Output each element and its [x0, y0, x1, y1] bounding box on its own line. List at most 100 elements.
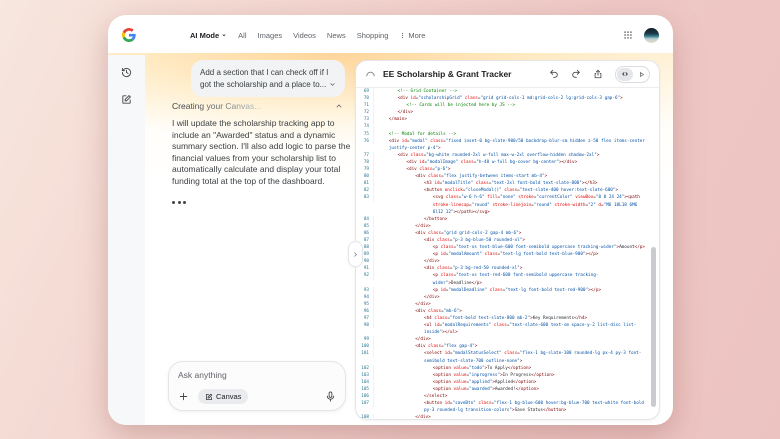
code-line: 69<!-- Grid Container -->	[356, 88, 659, 95]
code-line: 80<div class="flex justify-between items…	[356, 173, 659, 180]
line-content: <svg class="w-6 h-6" fill="none" stroke=…	[374, 194, 659, 215]
line-number: 77	[356, 152, 374, 159]
line-number: 97	[356, 315, 374, 322]
code-line: 84</button>	[356, 216, 659, 223]
chevron-up-icon[interactable]	[335, 102, 343, 110]
code-line: 99</div>	[356, 336, 659, 343]
nav-more-label: More	[408, 31, 425, 40]
compose-icon[interactable]	[121, 94, 132, 105]
line-content: <div class="p-3 bg-blue-50 rounded-xl">	[374, 237, 659, 244]
line-content: <select id="modalStatusSelect" class="fl…	[374, 350, 659, 364]
line-number: 90	[356, 258, 374, 265]
line-number: 103	[356, 372, 374, 379]
line-content: <button id="saveBtn" class="flex-1 bg-bl…	[374, 400, 659, 414]
line-content: <div id="modalImage" class="h-48 w-full …	[374, 159, 659, 166]
more-vert-icon	[399, 32, 406, 39]
code-line: 81<h3 id="modalTitle" class="text-2xl fo…	[356, 180, 659, 187]
assistant-text: I will update the scholarship tracking a…	[172, 118, 352, 188]
code-line: 94</div>	[356, 294, 659, 301]
code-line: 92<p class="text-xs text-red-600 font-se…	[356, 272, 659, 286]
line-content: <div class="flex gap-4">	[374, 343, 659, 350]
nav-tab-ai-mode[interactable]: AI Mode	[190, 31, 227, 40]
line-number: 73	[356, 116, 374, 123]
code-line: 104<option value="applied">Applied</opti…	[356, 379, 659, 386]
caret-down-icon	[221, 32, 227, 38]
mic-icon[interactable]	[325, 391, 336, 402]
line-number: 88	[356, 244, 374, 251]
ask-input[interactable]: Ask anything	[178, 370, 336, 380]
user-message-text: Add a section that I can check off if I …	[200, 68, 328, 89]
code-lines: 69<!-- Grid Container -->70<div id="scho…	[356, 88, 659, 418]
line-content: <option value="todo">To Apply</option>	[374, 365, 659, 372]
nav-tab-videos[interactable]: Videos	[293, 31, 316, 40]
code-line: 106</select>	[356, 393, 659, 400]
line-number: 75	[356, 131, 374, 138]
preview-play-icon	[638, 71, 645, 78]
code-view-icon	[621, 70, 629, 78]
canvas-chip-icon	[205, 393, 213, 401]
chat-panel: Add a section that I can check off if I …	[145, 55, 355, 425]
code-line: 102<option value="todo">To Apply</option…	[356, 365, 659, 372]
code-line: 87<div class="p-3 bg-blue-50 rounded-xl"…	[356, 237, 659, 244]
line-content: <h3 id="modalTitle" class="text-2xl font…	[374, 180, 659, 187]
nav-tab-shopping[interactable]: Shopping	[357, 31, 389, 40]
code-editor[interactable]: 69<!-- Grid Container -->70<div id="scho…	[356, 88, 659, 418]
code-line: 78<div id="modalImage" class="h-48 w-ful…	[356, 159, 659, 166]
code-line: 79<div class="p-6">	[356, 166, 659, 173]
code-line: 85</div>	[356, 223, 659, 230]
arc-icon	[365, 69, 376, 80]
code-line: 89<p id="modalAmount" class="text-lg fon…	[356, 251, 659, 258]
browser-window: AI Mode All Images Videos News Shopping More	[108, 15, 673, 425]
history-icon[interactable]	[121, 67, 132, 78]
code-view-button[interactable]	[617, 68, 633, 81]
composer[interactable]: Ask anything Canvas	[168, 361, 346, 411]
nav-tab-all[interactable]: All	[238, 31, 246, 40]
line-content: <ul id="modalRequirements" class="text-s…	[374, 322, 659, 336]
line-content: </div>	[374, 294, 659, 301]
nav-tab-ai-mode-label: AI Mode	[190, 31, 219, 40]
user-message-bubble[interactable]: Add a section that I can check off if I …	[191, 60, 345, 97]
chevron-down-icon[interactable]	[329, 81, 336, 88]
nav-more-button[interactable]: More	[399, 31, 425, 40]
line-number: 105	[356, 386, 374, 393]
code-line: 98<ul id="modalRequirements" class="text…	[356, 322, 659, 336]
line-number: 100	[356, 343, 374, 350]
redo-icon[interactable]	[571, 69, 581, 79]
line-content: <div class="grid grid-cols-2 gap-4 mb-6"…	[374, 230, 659, 237]
status-label: Creating your Canvas...	[172, 101, 261, 111]
line-number: 72	[356, 109, 374, 116]
canvas-chip-label: Canvas	[216, 392, 241, 401]
line-content: <div class="p-3 bg-red-50 rounded-xl">	[374, 265, 659, 272]
line-content: </div>	[374, 414, 659, 418]
line-content: </div>	[374, 223, 659, 230]
plus-icon[interactable]	[178, 391, 189, 402]
line-content: <option value="awarded">Awarded!</option…	[374, 386, 659, 393]
preview-play-button[interactable]	[634, 68, 648, 81]
line-number: 71	[356, 102, 374, 109]
google-logo[interactable]	[122, 28, 136, 42]
line-content: <p id="modalDeadline" class="text-lg fon…	[374, 287, 659, 294]
code-line: 91<div class="p-3 bg-red-50 rounded-xl">	[356, 265, 659, 272]
line-number: 86	[356, 230, 374, 237]
canvas-chip[interactable]: Canvas	[198, 389, 248, 404]
line-number: 96	[356, 308, 374, 315]
line-content: </div>	[374, 301, 659, 308]
apps-grid-icon[interactable]	[623, 30, 633, 40]
line-content: <!-- Cards will be injected here by JS -…	[374, 102, 659, 109]
loading-dots	[172, 201, 186, 204]
code-scrollbar[interactable]	[651, 247, 656, 407]
code-line: 90</div>	[356, 258, 659, 265]
line-number: 104	[356, 379, 374, 386]
share-icon[interactable]	[593, 69, 603, 79]
code-line: 75<!-- Modal for details -->	[356, 131, 659, 138]
line-number: 98	[356, 322, 374, 329]
line-content: <div id="modal" class="fixed inset-0 bg-…	[374, 138, 659, 152]
undo-icon[interactable]	[549, 69, 559, 79]
code-line: 83<svg class="w-6 h-6" fill="none" strok…	[356, 194, 659, 215]
nav-tab-news[interactable]: News	[327, 31, 346, 40]
nav-tab-images[interactable]: Images	[258, 31, 283, 40]
line-number: 79	[356, 166, 374, 173]
avatar[interactable]	[644, 28, 659, 43]
code-line: 82<button onclick="closeModal()" class="…	[356, 187, 659, 194]
line-number: 92	[356, 272, 374, 279]
